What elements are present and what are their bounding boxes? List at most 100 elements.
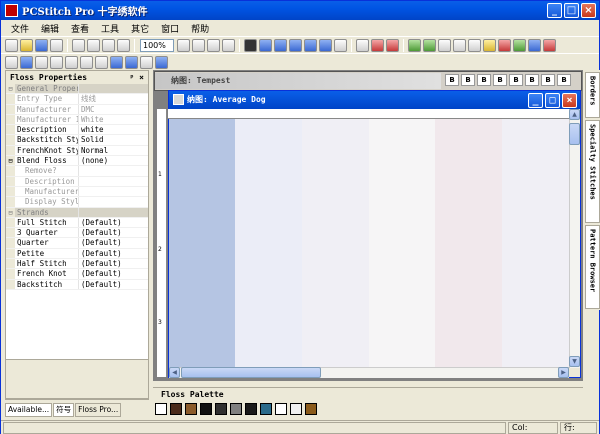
expand-icon[interactable] xyxy=(6,176,15,186)
doc-title-tempest[interactable]: 纳图: Tempest xyxy=(155,73,441,89)
property-value[interactable]: Normal xyxy=(79,146,148,155)
eraser-icon[interactable] xyxy=(386,38,399,52)
menu-tools[interactable]: 工具 xyxy=(95,22,125,35)
property-value[interactable]: (Default) xyxy=(79,228,148,237)
property-row[interactable]: Manufacturer xyxy=(6,186,148,198)
property-row[interactable]: Entry Type 线线 xyxy=(6,94,148,105)
horizontal-scrollbar[interactable]: ◀ ▶ xyxy=(169,367,569,378)
tool-icon[interactable] xyxy=(513,38,526,52)
property-row[interactable]: Manufacturer ID White xyxy=(6,114,148,126)
vertical-scrollbar[interactable]: ▲ ▼ xyxy=(569,109,580,368)
property-value[interactable]: white xyxy=(79,125,148,134)
close-button[interactable]: × xyxy=(581,3,596,18)
expand-icon[interactable] xyxy=(6,104,15,114)
grid-icon[interactable] xyxy=(244,38,257,52)
zoom-out-icon[interactable] xyxy=(192,38,205,52)
color-icon[interactable] xyxy=(498,38,511,52)
select-tool-icon[interactable] xyxy=(356,38,369,52)
expand-icon[interactable] xyxy=(6,186,15,197)
pencil-icon[interactable] xyxy=(371,38,384,52)
property-value[interactable]: (Default) xyxy=(79,259,148,268)
zoom-select[interactable]: 100% xyxy=(140,38,174,52)
property-value[interactable]: White xyxy=(79,115,148,124)
doc-maximize-button[interactable]: □ xyxy=(545,93,560,108)
floss-swatch[interactable] xyxy=(170,403,182,415)
cut-icon[interactable] xyxy=(72,38,85,52)
property-row[interactable]: Backstitch Styl Solid xyxy=(6,135,148,146)
floss-swatch[interactable] xyxy=(245,403,257,415)
property-row[interactable]: 3 Quarter (Default) xyxy=(6,228,148,239)
property-row[interactable]: ⊟ Blend Floss (none) xyxy=(6,156,148,167)
full-stitch-icon[interactable] xyxy=(259,38,272,52)
property-row[interactable]: Full Stitch (Default) xyxy=(6,217,148,229)
zoom-fit-icon[interactable] xyxy=(207,38,220,52)
floss-icon[interactable] xyxy=(408,38,421,52)
expand-icon[interactable] xyxy=(6,125,15,135)
tab-specialty-stitches[interactable]: Specialty Stitches xyxy=(585,120,600,223)
tab-symbols[interactable]: 符号 xyxy=(53,403,75,417)
undo-icon[interactable] xyxy=(117,38,130,52)
menu-other[interactable]: 其它 xyxy=(125,22,155,35)
property-row[interactable]: Description xyxy=(6,176,148,187)
expand-icon[interactable] xyxy=(6,197,15,207)
expand-icon[interactable] xyxy=(6,228,15,238)
symbol-view-icon[interactable] xyxy=(274,38,287,52)
bold-icon[interactable]: B xyxy=(445,74,459,86)
maximize-button[interactable]: □ xyxy=(564,3,579,18)
property-value[interactable]: (Default) xyxy=(79,249,148,258)
floss-swatch[interactable] xyxy=(200,403,212,415)
menu-edit[interactable]: 编辑 xyxy=(35,22,65,35)
floss-swatch[interactable] xyxy=(215,403,227,415)
star-icon[interactable] xyxy=(289,38,302,52)
dash-icon[interactable] xyxy=(140,55,153,69)
expand-icon[interactable] xyxy=(6,94,15,104)
bold-icon[interactable]: B xyxy=(493,74,507,86)
french-knot-icon[interactable] xyxy=(110,55,123,69)
tab-floss-properties[interactable]: Floss Pro... xyxy=(75,403,122,417)
scroll-down-icon[interactable]: ▼ xyxy=(569,356,580,367)
expand-icon[interactable] xyxy=(6,238,15,248)
property-value[interactable]: 线线 xyxy=(79,94,148,103)
expand-icon[interactable] xyxy=(6,279,15,289)
scroll-right-icon[interactable]: ▶ xyxy=(558,367,569,378)
panel-close-icon[interactable]: × xyxy=(139,73,144,82)
expand-icon[interactable] xyxy=(6,145,15,156)
zoom-in-icon[interactable] xyxy=(177,38,190,52)
backstitch-icon[interactable] xyxy=(80,55,93,69)
property-value[interactable]: DMC xyxy=(79,105,148,114)
property-value[interactable]: (Default) xyxy=(79,238,148,247)
property-row[interactable]: Backstitch (Default) xyxy=(6,279,148,290)
text-icon[interactable] xyxy=(528,38,541,52)
tab-borders[interactable]: Borders xyxy=(585,72,600,118)
copy-icon[interactable] xyxy=(87,38,100,52)
bold-icon[interactable]: B xyxy=(557,74,571,86)
tab-pattern-browser[interactable]: Pattern Browser xyxy=(585,225,600,309)
property-row[interactable]: Half Stitch (Default) xyxy=(6,259,148,270)
pattern-canvas[interactable] xyxy=(169,119,569,367)
box-icon[interactable] xyxy=(304,38,317,52)
floss-swatch[interactable] xyxy=(155,403,167,415)
property-row[interactable]: Quarter (Default) xyxy=(6,238,148,249)
bold-icon[interactable]: B xyxy=(509,74,523,86)
expand-icon[interactable]: ⊟ xyxy=(6,207,15,217)
property-row[interactable]: French Knot (Default) xyxy=(6,269,148,280)
doc-minimize-button[interactable]: _ xyxy=(528,93,543,108)
scroll-up-icon[interactable]: ▲ xyxy=(569,109,580,120)
property-row[interactable]: Description white xyxy=(6,125,148,136)
window-icon[interactable] xyxy=(438,38,451,52)
bold-icon[interactable]: B xyxy=(541,74,555,86)
floss-swatch[interactable] xyxy=(260,403,272,415)
expand-icon[interactable] xyxy=(6,135,15,145)
expand-icon[interactable] xyxy=(6,259,15,269)
sparkle-icon[interactable] xyxy=(155,55,168,69)
expand-icon[interactable] xyxy=(6,269,15,279)
list-icon[interactable] xyxy=(453,38,466,52)
cross-icon[interactable] xyxy=(319,38,332,52)
property-row[interactable]: Petite (Default) xyxy=(6,248,148,260)
bold-icon[interactable]: B xyxy=(525,74,539,86)
property-row[interactable]: Manufacturer DMC xyxy=(6,104,148,115)
hscroll-thumb[interactable] xyxy=(181,367,321,378)
expand-icon[interactable]: ⊟ xyxy=(6,156,15,166)
property-value[interactable]: (Default) xyxy=(79,269,148,278)
pin-icon[interactable]: ᵖ xyxy=(130,73,135,82)
